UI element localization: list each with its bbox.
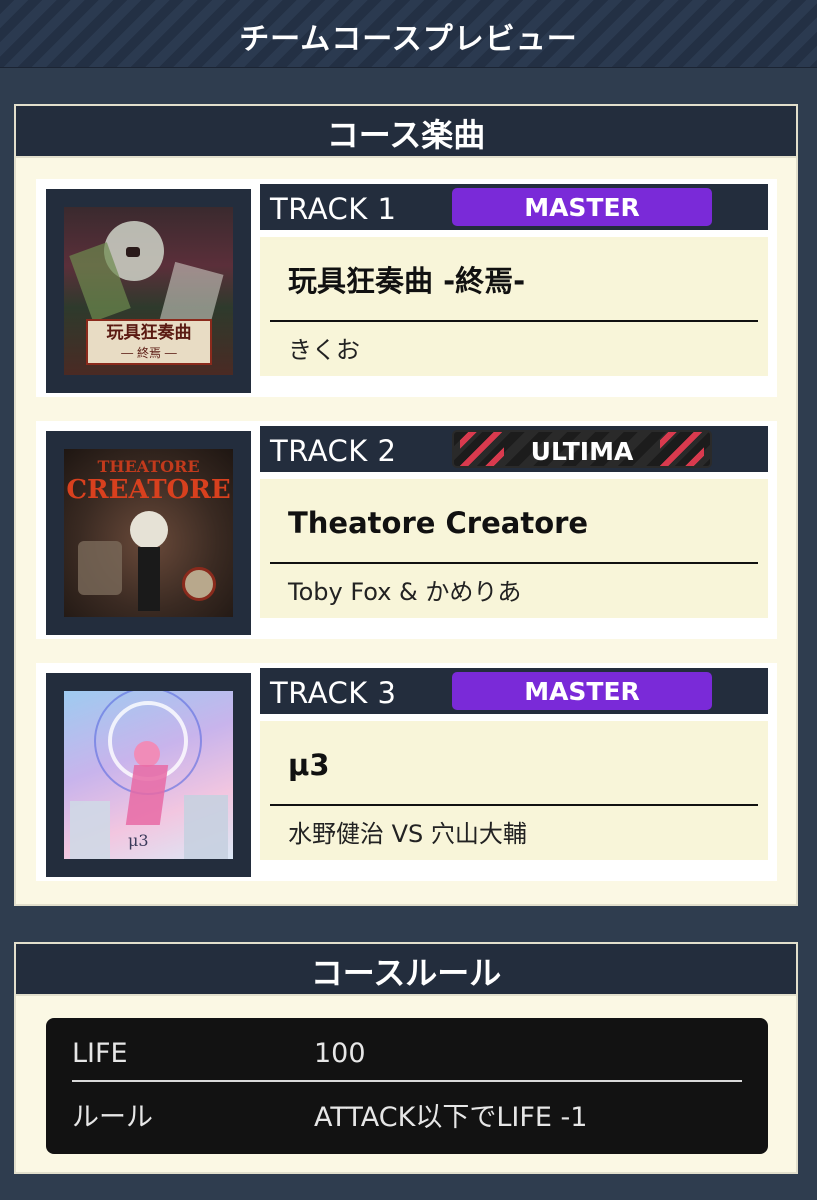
page-title: チームコースプレビュー [239,22,578,57]
track-2-jacket-subcaption: CREATORE [66,475,231,505]
ultima-stripes-right [660,432,704,466]
rules-table: LIFE 100 ルール ATTACK以下でLIFE -1 [46,1018,768,1154]
track-3-label: TRACK 3 [270,676,397,710]
course-songs-header: コース楽曲 [16,106,796,158]
divider [270,320,758,322]
track-1-label: TRACK 1 [270,192,397,226]
rule-value: ATTACK以下でLIFE -1 [314,1102,588,1133]
track-1-difficulty-text: MASTER [524,193,640,222]
track-1-song-title: 玩具狂奏曲 -終焉- [288,264,526,298]
jacket-frame: 玩具狂奏曲 ― 終焉 ― [46,189,251,393]
ultima-stripes-left [460,432,504,466]
track-1-jacket-subcaption: ― 終焉 ― [121,346,177,360]
jacket-frame: THEATORE CREATORE [46,431,251,635]
jacket-frame: μ3 [46,673,251,877]
track-card-2[interactable]: THEATORE CREATORE TRACK 2 ULTIMA Theator… [36,421,777,639]
track-2-jacket-caption: THEATORE [97,457,200,476]
track-3-difficulty-text: MASTER [524,677,640,706]
rule-row-life: LIFE 100 [46,1029,768,1079]
course-songs-panel: コース楽曲 玩具狂奏曲 ― 終焉 ― TRACK 1 MASTER 玩具狂奏曲 … [14,104,798,906]
track-1-jacket-caption: 玩具狂奏曲 [106,323,192,343]
track-3-header: TRACK 3 MASTER [260,668,768,714]
track-card-3[interactable]: μ3 TRACK 3 MASTER μ3 水野健治 VS 穴山大輔 [36,663,777,881]
track-2-difficulty-text: ULTIMA [530,437,634,466]
track-2-difficulty-badge: ULTIMA [452,430,712,468]
rule-key: LIFE [72,1038,128,1069]
track-2-artist: Toby Fox & かめりあ [288,578,522,606]
track-3-song-info: μ3 水野健治 VS 穴山大輔 [260,721,768,860]
track-3-jacket-caption: μ3 [128,831,149,850]
rule-key: ルール [72,1102,153,1133]
track-1-jacket-image: 玩具狂奏曲 ― 終焉 ― [64,207,233,375]
top-header-bar: チームコースプレビュー [0,0,817,68]
track-2-song-info: Theatore Creatore Toby Fox & かめりあ [260,479,768,618]
track-1-header: TRACK 1 MASTER [260,184,768,230]
course-rules-header: コースルール [16,944,796,996]
track-3-difficulty-badge: MASTER [452,672,712,710]
track-1-difficulty-badge: MASTER [452,188,712,226]
track-3-artist: 水野健治 VS 穴山大輔 [288,820,527,848]
divider [72,1080,742,1082]
rule-row-rule: ルール ATTACK以下でLIFE -1 [46,1093,768,1143]
track-2-label: TRACK 2 [270,434,397,468]
track-2-jacket-image: THEATORE CREATORE [64,449,233,617]
course-rules-panel: コースルール LIFE 100 ルール ATTACK以下でLIFE -1 [14,942,798,1174]
rule-value: 100 [314,1038,366,1069]
track-3-jacket-image: μ3 [64,691,233,859]
track-3-song-title: μ3 [288,748,330,782]
track-card-1[interactable]: 玩具狂奏曲 ― 終焉 ― TRACK 1 MASTER 玩具狂奏曲 -終焉- き… [36,179,777,397]
divider [270,562,758,564]
track-2-header: TRACK 2 ULTIMA [260,426,768,472]
track-2-song-title: Theatore Creatore [288,506,589,540]
track-1-artist: きくお [288,336,360,364]
divider [270,804,758,806]
track-1-song-info: 玩具狂奏曲 -終焉- きくお [260,237,768,376]
